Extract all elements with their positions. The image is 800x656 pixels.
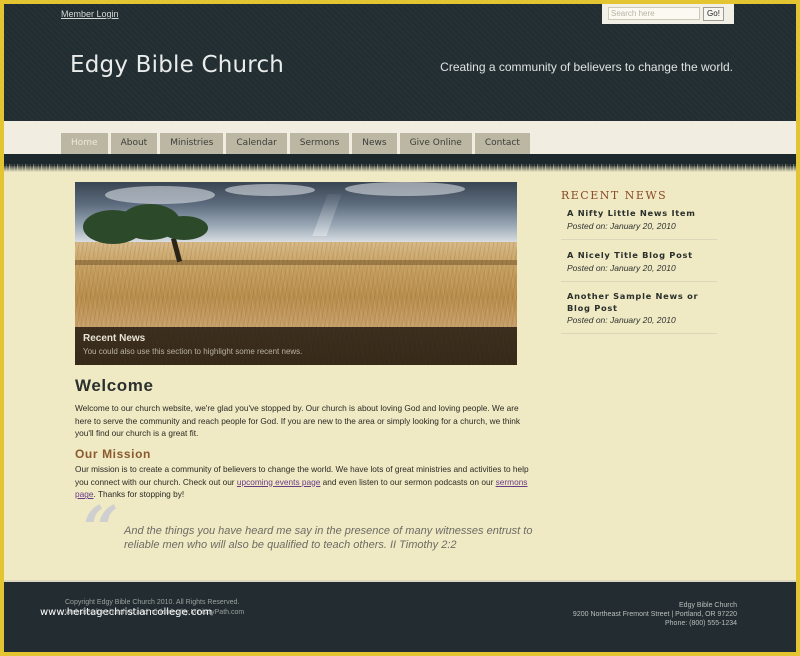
hero-field-shadow (75, 260, 517, 265)
news-item-date: Posted on: January 20, 2010 (567, 262, 676, 273)
upcoming-events-link[interactable]: upcoming events page (237, 477, 321, 487)
hero-cloud (105, 186, 215, 204)
address-name: Edgy Bible Church (679, 602, 737, 609)
nav-tab-calendar[interactable]: Calendar (226, 133, 287, 154)
news-item-title[interactable]: A Nicely Title Blog Post (567, 250, 717, 262)
welcome-heading: Welcome (75, 376, 154, 395)
welcome-paragraph: Welcome to our church website, we're gla… (75, 403, 521, 439)
address-line: 9200 Northeast Fremont Street | Portland… (572, 611, 737, 618)
nav-tab-about[interactable]: About (110, 133, 158, 154)
hero-caption-title[interactable]: Recent News (83, 333, 509, 344)
mission-paragraph: Our mission is to create a community of … (75, 463, 535, 501)
page-frame: Member Login Go! Edgy Bible Church Creat… (4, 4, 796, 652)
news-item: Another Sample News or Blog Post Posted … (561, 291, 717, 334)
nav-tab-news[interactable]: News (352, 133, 397, 154)
site-header: Member Login Go! Edgy Bible Church Creat… (4, 4, 796, 121)
search-box: Go! (602, 4, 734, 24)
news-item-title[interactable]: A Nifty Little News Item (567, 208, 717, 220)
search-go-button[interactable]: Go! (703, 7, 724, 21)
news-item-date: Posted on: January 20, 2010 (567, 220, 676, 231)
watermark-text: www.heritagechristiancollege.com (40, 607, 213, 618)
site-title[interactable]: Edgy Bible Church (70, 52, 284, 78)
mission-heading: Our Mission (75, 447, 151, 461)
scripture-quote: And the things you have heard me say in … (124, 525, 533, 551)
hero-caption-text: You could also use this section to highl… (83, 347, 303, 356)
hero-cloud (225, 184, 315, 196)
nav-tab-contact[interactable]: Contact (474, 133, 530, 154)
hero-caption: Recent News You could also use this sect… (75, 327, 517, 365)
member-login-link[interactable]: Member Login (61, 9, 119, 19)
news-item-title[interactable]: Another Sample News or Blog Post (567, 291, 717, 314)
quote-mark-icon: “ (83, 492, 119, 565)
news-item: A Nifty Little News Item Posted on: Janu… (561, 208, 717, 240)
hero-cloud (345, 182, 465, 196)
news-item-date: Posted on: January 20, 2010 (567, 315, 676, 325)
address-phone: Phone: (800) 555-1234 (665, 620, 737, 627)
nav-tab-ministries[interactable]: Ministries (160, 133, 224, 154)
site-footer: Copyright Edgy Bible Church 2010. All Ri… (4, 582, 796, 652)
torn-paper-edge (4, 164, 796, 172)
main-nav: Home About Ministries Calendar Sermons N… (61, 133, 530, 154)
footer-address: Edgy Bible Church 9200 Northeast Fremont… (573, 601, 737, 628)
nav-tab-sermons[interactable]: Sermons (289, 133, 350, 154)
recent-news-heading: RECENT NEWS (561, 189, 668, 202)
nav-tab-give-online[interactable]: Give Online (399, 133, 472, 154)
tree-crown (160, 216, 208, 240)
hero-banner: Recent News You could also use this sect… (75, 182, 517, 365)
mission-text-part: and even listen to our sermon podcasts o… (320, 476, 496, 487)
nav-tab-home[interactable]: Home (61, 133, 108, 154)
site-tagline: Creating a community of believers to cha… (440, 60, 733, 74)
search-input[interactable] (608, 7, 700, 20)
news-item: A Nicely Title Blog Post Posted on: Janu… (561, 250, 717, 282)
